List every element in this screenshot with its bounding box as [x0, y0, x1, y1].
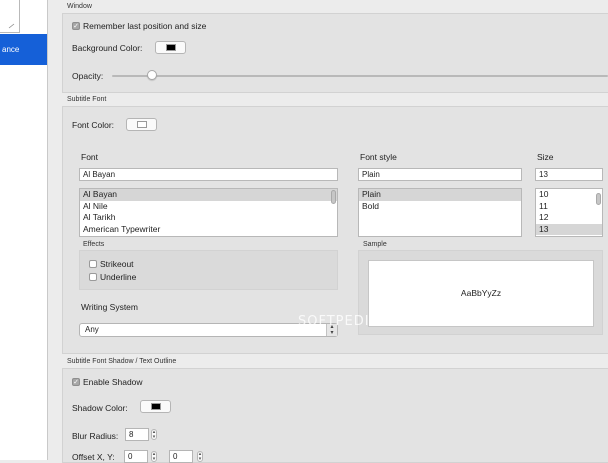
- opacity-label: Opacity:: [72, 71, 104, 81]
- watermark: SOFTPEDIA: [298, 314, 380, 329]
- sidebar-top-icon[interactable]: [0, 0, 20, 33]
- font-list-scrollbar[interactable]: [331, 190, 336, 204]
- font-style-field[interactable]: Plain: [358, 168, 522, 181]
- writing-system-label: Writing System: [81, 302, 138, 312]
- strikeout-label: Strikeout: [100, 259, 134, 269]
- section-title-subtitle-font: Subtitle Font: [67, 96, 107, 103]
- effects-title: Effects: [83, 241, 105, 248]
- offset-x-stepper[interactable]: ▴ ▾: [151, 451, 157, 462]
- list-item[interactable]: 11: [536, 201, 602, 213]
- list-item[interactable]: American Typewriter: [80, 224, 337, 236]
- font-list[interactable]: Al Bayan Al Nile Al Tarikh American Type…: [79, 188, 338, 237]
- font-header: Font: [81, 152, 99, 162]
- underline-checkbox[interactable]: [89, 273, 97, 281]
- shadow-color-label: Shadow Color:: [72, 403, 128, 413]
- list-item[interactable]: Al Tarikh: [80, 212, 337, 224]
- background-color-label: Background Color:: [72, 43, 143, 53]
- strikeout-checkbox[interactable]: [89, 260, 97, 268]
- font-color-label: Font Color:: [72, 120, 115, 130]
- remember-position-label: Remember last position and size: [83, 21, 207, 31]
- list-item[interactable]: 10: [536, 189, 602, 201]
- effects-box: [79, 250, 338, 290]
- section-title-window: Window: [67, 3, 92, 10]
- list-item[interactable]: Al Nile: [80, 201, 337, 213]
- section-title-shadow: Subtitle Font Shadow / Text Outline: [67, 358, 177, 365]
- size-field[interactable]: 13: [535, 168, 603, 181]
- background-color-swatch: [166, 44, 176, 51]
- font-style-list[interactable]: Plain Bold: [358, 188, 522, 237]
- list-item[interactable]: Bold: [359, 201, 521, 213]
- size-list-scrollbar[interactable]: [596, 193, 601, 205]
- blur-radius-label: Blur Radius:: [72, 431, 119, 441]
- opacity-slider[interactable]: [112, 75, 608, 77]
- remember-position-checkbox[interactable]: ✓: [72, 22, 80, 30]
- blur-radius-stepper[interactable]: ▴ ▾: [151, 429, 157, 440]
- enable-shadow-checkbox[interactable]: ✓: [72, 378, 80, 386]
- divider: [48, 0, 62, 460]
- writing-system-value: Any: [85, 325, 99, 334]
- sidebar-item-label: ance: [2, 45, 20, 54]
- blur-radius-input[interactable]: 8: [125, 428, 149, 441]
- sidebar: [0, 0, 48, 460]
- font-style-header: Font style: [360, 152, 397, 162]
- offset-label: Offset X, Y:: [72, 452, 115, 462]
- offset-y-input[interactable]: 0: [169, 450, 193, 463]
- list-item[interactable]: Plain: [359, 189, 521, 201]
- list-item[interactable]: 13: [536, 223, 602, 235]
- list-item[interactable]: 12: [536, 212, 602, 224]
- shadow-panel: [62, 368, 608, 463]
- shadow-color-button[interactable]: [140, 400, 171, 413]
- sidebar-item-appearance[interactable]: ance: [0, 34, 47, 65]
- font-color-button[interactable]: [126, 118, 157, 131]
- shadow-color-swatch: [151, 403, 161, 410]
- size-header: Size: [537, 152, 554, 162]
- enable-shadow-label: Enable Shadow: [83, 377, 143, 387]
- list-item[interactable]: Al Bayan: [80, 189, 337, 201]
- size-list[interactable]: 10 11 12 13: [535, 188, 603, 237]
- offset-x-input[interactable]: 0: [124, 450, 148, 463]
- background-color-button[interactable]: [155, 41, 186, 54]
- offset-y-stepper[interactable]: ▴ ▾: [197, 451, 203, 462]
- opacity-slider-knob[interactable]: [146, 70, 157, 80]
- font-field[interactable]: Al Bayan: [79, 168, 338, 181]
- underline-label: Underline: [100, 272, 137, 282]
- sample-title: Sample: [363, 241, 387, 248]
- font-color-swatch: [137, 121, 147, 128]
- sample-preview: AaBbYyZz: [368, 260, 594, 327]
